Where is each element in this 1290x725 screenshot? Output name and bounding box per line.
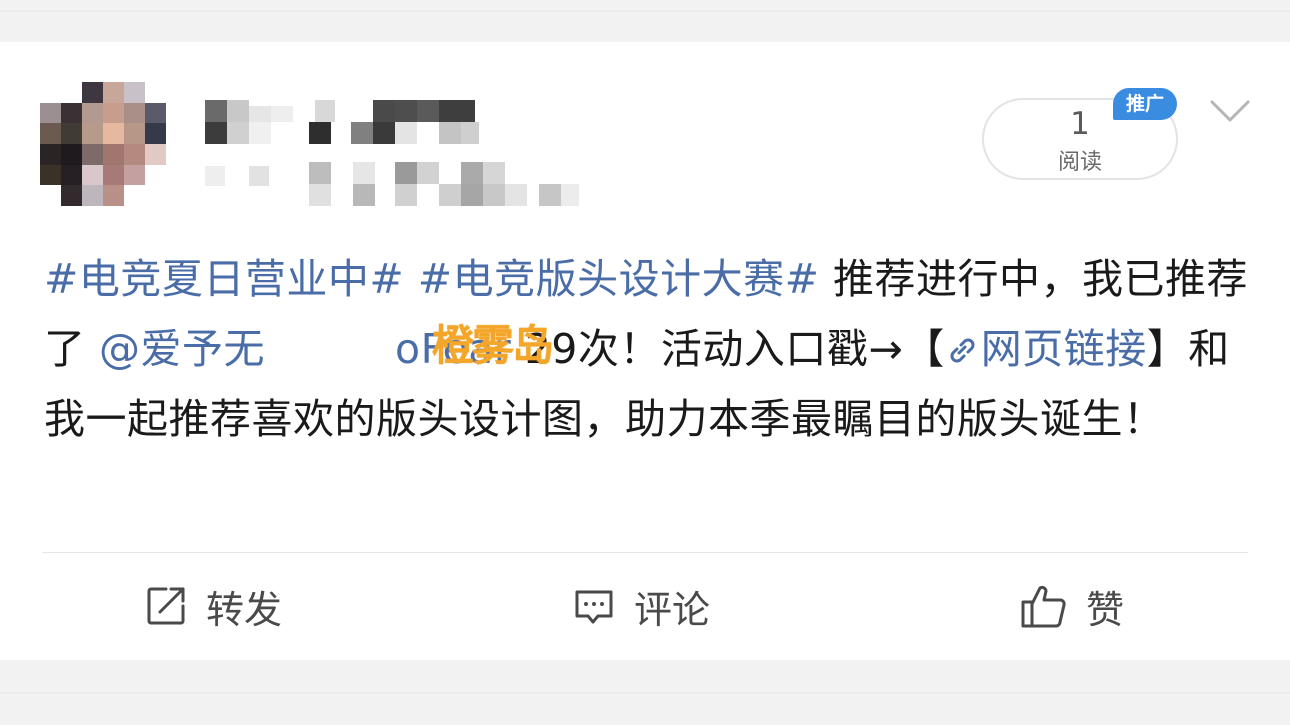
- feed-gap-bottom: [0, 660, 1290, 725]
- avatar[interactable]: [40, 82, 166, 206]
- post-body: #电竞夏日营业中# #电竞版头设计大赛# 推荐进行中，我已推荐了 @爱予无 oFe…: [44, 244, 1254, 454]
- share-box-icon: [144, 584, 188, 628]
- read-label: 阅读: [1057, 150, 1102, 175]
- comment-button[interactable]: 评论: [572, 578, 710, 634]
- thumbs-up-icon: [1020, 582, 1068, 630]
- username-redacted[interactable]: [205, 100, 480, 144]
- like-button[interactable]: 赞: [1020, 578, 1124, 634]
- post-meta-redacted: [205, 162, 580, 206]
- promo-badge: 推广: [1113, 88, 1177, 120]
- hashtag-link[interactable]: #电竞夏日营业中#: [44, 255, 404, 303]
- repost-label: 转发: [206, 587, 283, 632]
- comment-label: 评论: [634, 587, 711, 632]
- hashtag-link[interactable]: #电竞版头设计大赛#: [418, 255, 820, 303]
- post-text-segment: 29次！活动入口戳→【: [511, 325, 945, 373]
- watermark: 橙雾岛: [432, 321, 554, 370]
- divider: [42, 552, 1248, 553]
- comment-bubble-icon: [572, 584, 616, 628]
- link-icon: [945, 318, 979, 363]
- feed-gap-top: [0, 0, 1290, 42]
- like-label: 赞: [1086, 587, 1125, 632]
- repost-button[interactable]: 转发: [144, 578, 282, 634]
- web-link[interactable]: 网页链接: [945, 325, 1147, 373]
- chevron-down-icon[interactable]: [1208, 96, 1252, 126]
